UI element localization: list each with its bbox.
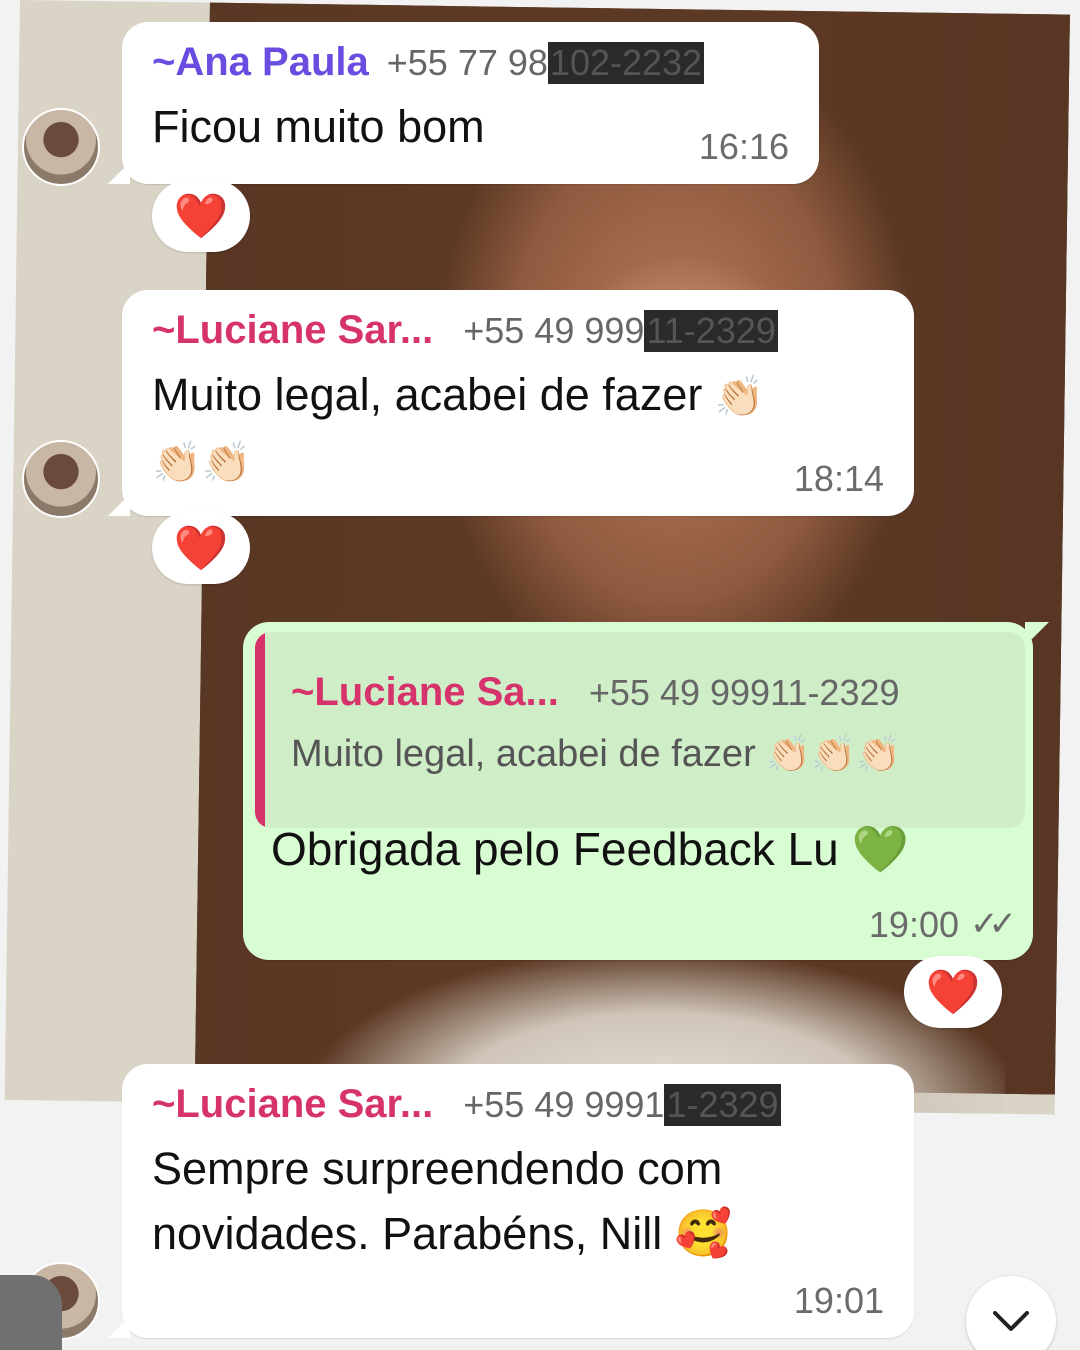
bubble-tail (108, 162, 130, 184)
message-text-line: Muito legal, acabei de fazer (152, 369, 703, 420)
phone-redacted: 11-2329 (644, 310, 778, 352)
sender-name[interactable]: ~Luciane Sar... (152, 308, 433, 353)
sender-phone: +55 49 99911-2329 (463, 1084, 781, 1126)
message-text: Muito legal, acabei de fazer 👏🏻 (152, 363, 884, 429)
sender-phone: +55 77 98102-2232 (386, 42, 705, 84)
read-receipt-icon: ✓✓ (970, 905, 1017, 943)
quoted-text: Muito legal, acabei de fazer 👏🏻👏🏻👏🏻 (291, 733, 1005, 776)
phone-redacted: 1-2329 (664, 1084, 781, 1126)
green-heart-icon: 💚 (851, 823, 909, 875)
bubble-tail (108, 1316, 130, 1338)
quote-accent-bar (255, 632, 265, 828)
heart-reaction[interactable]: ❤️ (152, 512, 250, 584)
message-bubble-2[interactable]: ~Luciane Sar... +55 49 99911-2329 Muito … (108, 290, 914, 516)
smiling-face-with-hearts-icon: 🥰 (674, 1207, 733, 1259)
message-text-content: Obrigada pelo Feedback Lu (271, 823, 839, 875)
heart-reaction[interactable]: ❤️ (904, 956, 1002, 1028)
quoted-sender-row: ~Luciane Sa... +55 49 99911-2329 (291, 670, 1005, 715)
message-text-content: novidades. Parabéns, Nill (152, 1208, 663, 1259)
message-text-line-2: novidades. Parabéns, Nill 🥰 (152, 1201, 884, 1266)
sender-row: ~Ana Paula +55 77 98102-2232 (152, 40, 789, 85)
avatar-ana-paula[interactable] (22, 108, 100, 186)
message-time: 19:01 (793, 1280, 884, 1321)
chevron-down-icon (993, 1311, 1029, 1331)
heart-reaction[interactable]: ❤️ (152, 180, 250, 252)
message-time: 18:14 (793, 458, 884, 499)
message-time: 16:16 (698, 126, 789, 167)
clapping-hands-icon: 👏🏻 (714, 375, 765, 419)
message-bubble-4[interactable]: ~Luciane Sar... +55 49 99911-2329 Sempre… (108, 1064, 914, 1338)
outgoing-message-bubble[interactable]: ~Luciane Sa... +55 49 99911-2329 Muito l… (243, 622, 1049, 960)
clapping-hands-icon: 👏🏻👏🏻👏🏻 (766, 733, 901, 774)
corner-element (0, 1275, 62, 1350)
message-time: 19:00 (868, 904, 959, 945)
sender-phone: +55 49 99911-2329 (463, 310, 778, 352)
sender-row: ~Luciane Sar... +55 49 99911-2329 (152, 1082, 884, 1127)
phone-visible: +55 77 98 (386, 42, 548, 83)
bubble-tail (108, 494, 130, 516)
phone-redacted: 102-2232 (547, 42, 705, 84)
clapping-hands-icon: 👏🏻👏🏻 (152, 441, 252, 485)
message-text: Obrigada pelo Feedback Lu 💚 (271, 822, 909, 877)
sender-row: ~Luciane Sar... +55 49 99911-2329 (152, 308, 884, 353)
quoted-sender-name: ~Luciane Sa... (291, 670, 559, 714)
quoted-text-content: Muito legal, acabei de fazer (291, 733, 756, 775)
message-bubble-1[interactable]: ~Ana Paula +55 77 98102-2232 Ficou muito… (108, 22, 819, 184)
sender-name[interactable]: ~Luciane Sar... (152, 1082, 433, 1127)
quoted-message[interactable]: ~Luciane Sa... +55 49 99911-2329 Muito l… (255, 632, 1025, 828)
bubble-tail (1025, 622, 1049, 646)
quoted-phone: +55 49 99911-2329 (588, 672, 900, 713)
message-text-line-1: Sempre surpreendendo com (152, 1143, 723, 1194)
phone-visible: +55 49 999 (463, 310, 645, 351)
avatar-luciane[interactable] (22, 440, 100, 518)
message-text: Ficou muito bom (152, 101, 485, 152)
sender-name[interactable]: ~Ana Paula (152, 40, 369, 85)
phone-visible: +55 49 9991 (463, 1084, 665, 1125)
message-text-line-2: 👏🏻👏🏻 (152, 429, 884, 495)
